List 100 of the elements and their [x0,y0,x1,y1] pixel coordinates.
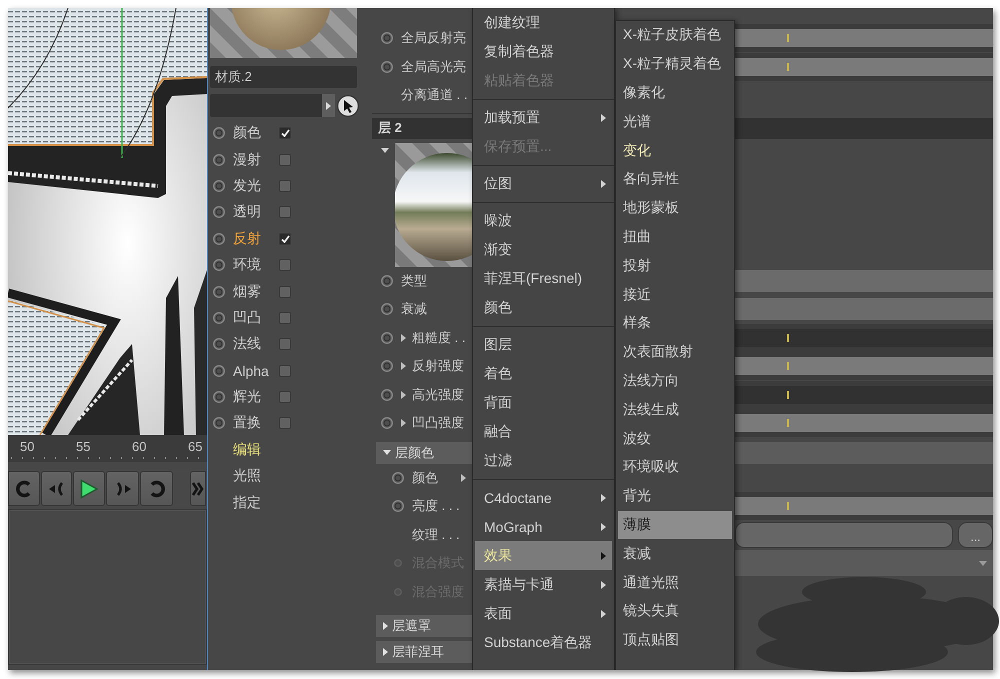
step-back-button[interactable] [41,471,72,506]
menu-item[interactable]: 背光 [618,482,732,511]
checkbox[interactable] [279,232,291,245]
channel-item[interactable]: 环境 [233,256,261,274]
menu-item[interactable]: 扭曲 [618,222,732,252]
texture-field[interactable] [735,522,953,548]
channel-item[interactable]: 法线 [233,335,261,354]
menu-item[interactable]: 各向异性 [618,164,732,194]
play-button[interactable] [73,471,105,506]
channel-item[interactable]: 烟雾 [233,282,261,301]
menu-item[interactable]: 衰减 [618,539,732,568]
arrow-cursor-icon[interactable] [337,94,359,116]
checkbox[interactable] [279,259,291,272]
ring-icon[interactable] [213,286,225,298]
ring-icon[interactable] [381,274,393,287]
menu-item[interactable]: MoGraph [475,512,612,541]
menu-item[interactable]: 融合 [475,417,612,446]
menu-item[interactable]: 创建纹理 [475,8,612,37]
ring-icon[interactable] [381,417,393,430]
menu-item[interactable]: 次表面散射 [618,338,732,367]
ring-icon[interactable] [213,391,225,404]
menu-item[interactable]: Substance着色器 [475,628,612,657]
ring-icon[interactable] [381,303,393,316]
menu-item[interactable]: 噪波 [475,206,612,235]
ring-icon[interactable] [213,417,225,430]
channel-item[interactable]: Alpha [233,362,269,379]
menu-item[interactable]: 像素化 [618,78,732,108]
menu-item[interactable]: 环境吸收 [618,452,732,482]
page-item[interactable]: 编辑 [233,440,261,459]
ring-icon[interactable] [381,388,393,401]
ring-icon[interactable] [381,32,393,44]
ring-icon[interactable] [213,338,225,350]
browse-button[interactable]: ... [958,522,993,548]
checkbox[interactable] [279,338,291,350]
ring-icon[interactable] [392,500,404,512]
value-bar[interactable] [735,352,993,380]
checkbox[interactable] [279,417,291,430]
menu-item[interactable]: 渐变 [475,235,612,264]
section-header[interactable]: 层菲涅耳 [376,641,472,663]
value-bar[interactable] [735,24,993,52]
checkbox[interactable] [279,286,291,298]
channel-item[interactable]: 透明 [233,203,261,222]
triangle-icon[interactable] [401,419,406,428]
ring-icon[interactable] [213,154,225,166]
triangle-icon[interactable] [381,148,389,152]
menu-item[interactable]: 加载预置 [475,103,612,132]
menu-item[interactable]: 过滤 [475,446,612,475]
checkbox[interactable] [279,154,291,166]
checkbox[interactable] [279,364,291,377]
ring-icon[interactable] [381,360,393,372]
step-forward-button[interactable] [106,471,139,506]
menu-item[interactable]: 薄膜 [618,510,732,540]
menu-item[interactable]: X-粒子精灵着色 [618,50,732,79]
name-field[interactable]: 材质.2 [210,66,357,88]
menu-item[interactable]: 位图 [475,169,612,198]
menu-item[interactable]: 投射 [618,251,732,280]
menu-item[interactable]: 光谱 [618,107,732,136]
value-bar[interactable] [735,409,993,438]
fast-forward-button[interactable] [190,471,206,506]
menu-item[interactable]: 复制着色器 [475,37,612,66]
menu-item[interactable]: X-粒子皮肤着色 [618,21,732,50]
menu-item[interactable]: 着色 [475,359,612,388]
ring-icon[interactable] [213,206,225,218]
menu-item[interactable]: 效果 [475,541,612,570]
ring-icon[interactable] [213,364,225,377]
triangle-icon[interactable] [401,334,406,342]
menu-item[interactable]: 素描与卡通 [475,570,612,599]
checkbox[interactable] [279,127,291,140]
menu-item[interactable]: 镜头失真 [618,596,732,626]
page-item[interactable]: 光照 [233,467,261,486]
menu-item[interactable]: 波纹 [618,424,732,453]
channel-item[interactable]: 反射 [233,230,261,248]
menu-item[interactable]: 颜色 [475,293,612,322]
rewind-button[interactable] [8,471,40,506]
channel-item[interactable]: 漫射 [233,150,261,169]
page-item[interactable]: 指定 [233,494,261,512]
menu-item[interactable]: 表面 [475,599,612,628]
menu-item[interactable]: 法线方向 [618,366,732,396]
menu-item[interactable]: 样条 [618,308,732,338]
ring-icon[interactable] [392,472,404,484]
value-bar[interactable] [735,52,993,81]
ring-icon[interactable] [213,312,225,324]
ring-icon[interactable] [213,180,225,192]
menu-item[interactable]: 通道光照 [618,568,732,597]
section-header[interactable]: 层颜色 [376,442,472,464]
menu-item[interactable]: C4doctane [475,483,612,512]
menu-item[interactable]: 地形蒙板 [618,194,732,223]
menu-item[interactable]: 图层 [475,330,612,359]
menu-item[interactable]: 顶点贴图 [618,626,732,655]
checkbox[interactable] [279,206,291,218]
channel-item[interactable]: 发光 [233,176,261,195]
value-bar[interactable] [735,492,993,520]
ring-icon[interactable] [213,127,225,140]
menu-arrow-button[interactable] [322,94,335,117]
menu-item[interactable]: 菲涅耳(Fresnel) [475,264,612,293]
triangle-icon[interactable] [461,474,466,482]
ring-icon[interactable] [381,332,393,344]
section-header[interactable]: 层遮罩 [376,615,472,637]
dropdown-field[interactable] [735,550,993,576]
menu-item[interactable]: 背面 [475,388,612,417]
